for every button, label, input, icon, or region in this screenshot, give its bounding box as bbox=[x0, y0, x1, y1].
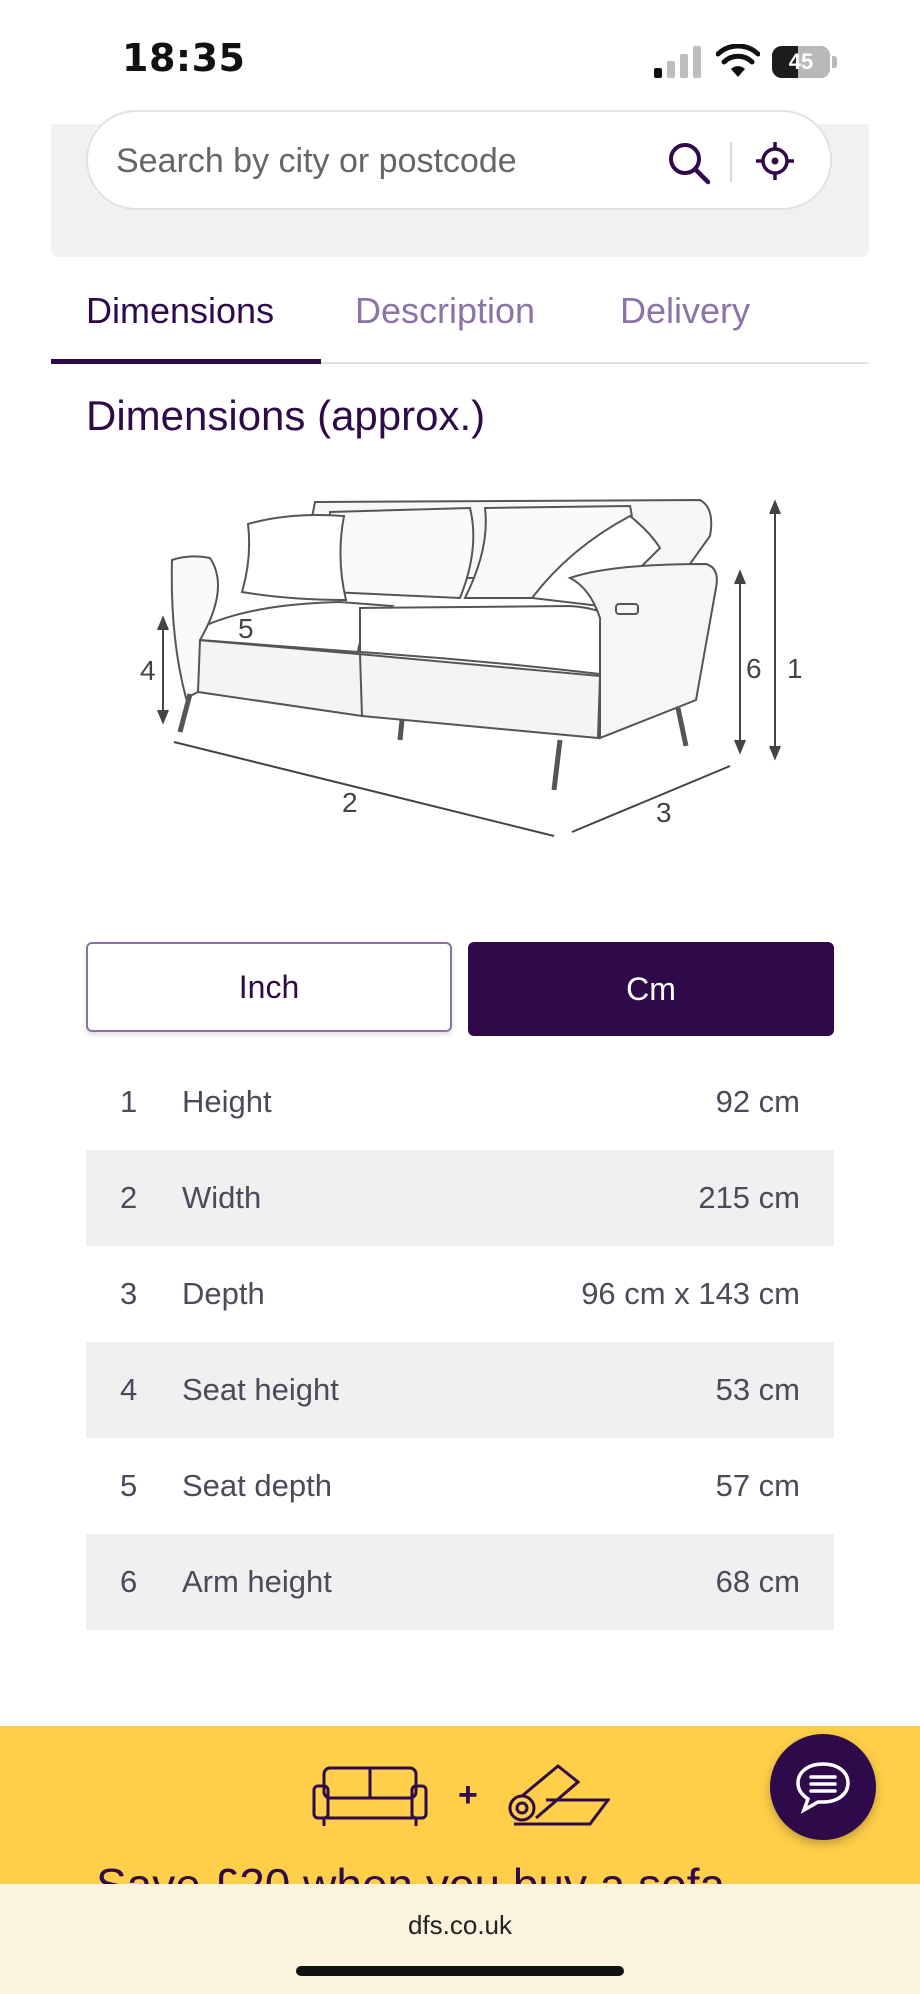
diagram-label-1: 1 bbox=[787, 653, 803, 684]
diagram-label-2: 2 bbox=[342, 787, 358, 818]
store-search-input[interactable] bbox=[114, 138, 638, 184]
dimension-label: Width bbox=[182, 1180, 262, 1215]
diagram-label-5: 5 bbox=[238, 613, 254, 644]
dimension-value: 68 cm bbox=[715, 1564, 800, 1599]
dimension-label: Height bbox=[182, 1084, 272, 1119]
status-time: 18:35 bbox=[122, 36, 246, 80]
section-title: Dimensions (approx.) bbox=[86, 392, 486, 439]
dimension-row-height: 1 Height 92 cm bbox=[86, 1054, 834, 1150]
tab-delivery[interactable]: Delivery bbox=[620, 290, 750, 332]
wifi-icon bbox=[716, 44, 760, 77]
sofa-icon bbox=[312, 1766, 428, 1826]
url-text[interactable]: dfs.co.uk bbox=[0, 1910, 920, 1941]
diagram-label-4: 4 bbox=[140, 655, 156, 686]
battery-level: 45 bbox=[788, 49, 814, 74]
dimension-label: Arm height bbox=[182, 1564, 332, 1599]
dimension-label: Seat depth bbox=[182, 1468, 332, 1503]
dimension-row-width: 2 Width 215 cm bbox=[86, 1150, 834, 1246]
dimension-value: 53 cm bbox=[715, 1372, 800, 1407]
diagram-label-3: 3 bbox=[656, 797, 672, 828]
dimension-row-seat-height: 4 Seat height 53 cm bbox=[86, 1342, 834, 1438]
dimension-number: 3 bbox=[120, 1276, 138, 1311]
dimension-row-seat-depth: 5 Seat depth 57 cm bbox=[86, 1438, 834, 1534]
promo-plus: + bbox=[458, 1776, 478, 1814]
search-divider bbox=[730, 142, 732, 182]
dimension-row-depth: 3 Depth 96 cm x 143 cm bbox=[86, 1246, 834, 1342]
tab-description[interactable]: Description bbox=[355, 290, 535, 332]
promo-icons: + bbox=[312, 1764, 610, 1826]
rug-icon bbox=[508, 1764, 610, 1826]
chat-button[interactable] bbox=[770, 1734, 876, 1840]
home-indicator[interactable] bbox=[296, 1966, 624, 1976]
dimensions-table: 1 Height 92 cm 2 Width 215 cm 3 Depth 96… bbox=[86, 1054, 834, 1630]
dimension-number: 6 bbox=[120, 1564, 138, 1599]
dimension-number: 1 bbox=[120, 1084, 138, 1119]
dimension-number: 5 bbox=[120, 1468, 138, 1503]
cm-button[interactable]: Cm bbox=[468, 942, 834, 1036]
locate-icon[interactable] bbox=[754, 140, 796, 182]
dimension-label: Depth bbox=[182, 1276, 265, 1311]
dimension-label: Seat height bbox=[182, 1372, 339, 1407]
unit-toggle: Inch Cm bbox=[86, 942, 834, 1036]
diagram-label-6: 6 bbox=[746, 653, 762, 684]
dimension-value: 215 cm bbox=[698, 1180, 800, 1215]
dimension-row-arm-height: 6 Arm height 68 cm bbox=[86, 1534, 834, 1630]
sofa-dimension-diagram: 1 2 3 4 5 6 bbox=[140, 498, 803, 837]
sofa-drawing bbox=[170, 498, 718, 791]
inch-button[interactable]: Inch bbox=[86, 942, 452, 1032]
tab-dimensions[interactable]: Dimensions bbox=[86, 290, 274, 332]
dimension-value: 57 cm bbox=[715, 1468, 800, 1503]
browser-url-bar: dfs.co.uk bbox=[0, 1884, 920, 1994]
dimension-value: 96 cm x 143 cm bbox=[581, 1276, 800, 1311]
chat-icon bbox=[796, 1762, 850, 1814]
store-search-box bbox=[86, 110, 832, 210]
cellular-signal-icon bbox=[654, 46, 701, 78]
active-tab-underline bbox=[51, 359, 321, 364]
battery-indicator: 45 bbox=[772, 46, 838, 78]
dimension-number: 2 bbox=[120, 1180, 138, 1215]
status-bar: 18:35 45 bbox=[0, 0, 920, 124]
dimension-value: 92 cm bbox=[715, 1084, 800, 1119]
dimension-number: 4 bbox=[120, 1372, 138, 1407]
product-tabs: Dimensions Description Delivery bbox=[51, 270, 869, 364]
search-icon[interactable] bbox=[666, 140, 712, 186]
